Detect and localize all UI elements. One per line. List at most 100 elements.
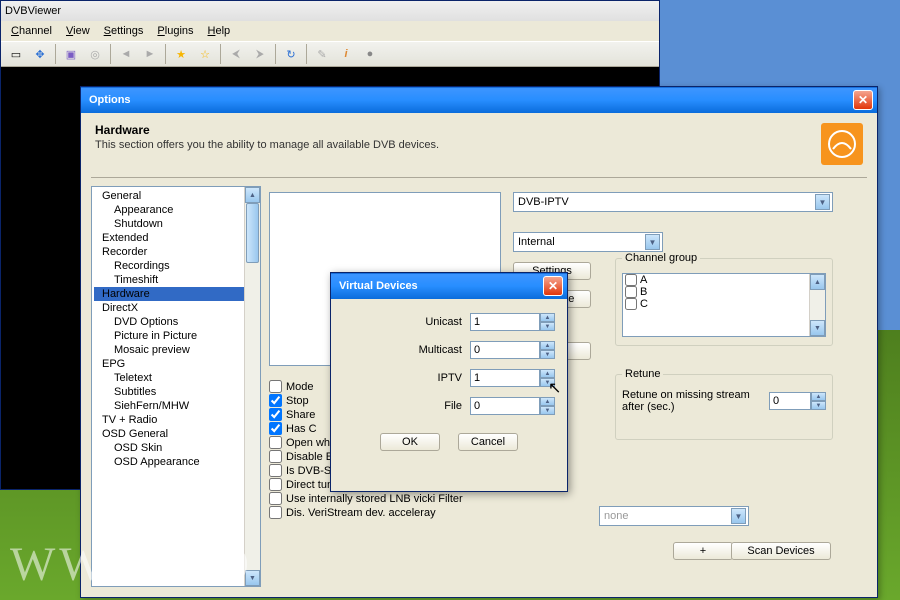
tree-item-subtitles[interactable]: Subtitles (94, 385, 258, 399)
tree-item-timeshift[interactable]: Timeshift (94, 273, 258, 287)
retune-input[interactable] (769, 392, 811, 410)
cg-scrollbar[interactable]: ▲ ▼ (809, 274, 825, 336)
file-input[interactable] (470, 397, 540, 415)
close-icon[interactable]: ✕ (543, 276, 563, 296)
menu-plugins[interactable]: Plugins (151, 23, 199, 39)
tree-item-shutdown[interactable]: Shutdown (94, 217, 258, 231)
tb-fav2-icon[interactable]: ☆ (194, 43, 216, 65)
file-spinner[interactable]: ▲▼ (470, 397, 555, 415)
channel-group-item[interactable]: C (623, 298, 825, 310)
cancel-button[interactable]: Cancel (458, 433, 518, 451)
tree-item-mosaic-preview[interactable]: Mosaic preview (94, 343, 258, 357)
tree-item-osd-general[interactable]: OSD General (94, 427, 258, 441)
chevron-down-icon[interactable]: ▼ (645, 234, 660, 250)
tuner-dropdown[interactable]: Internal▼ (513, 232, 663, 252)
tb-back-icon[interactable]: ◄ (115, 43, 137, 65)
spin-down-icon[interactable]: ▼ (540, 322, 555, 331)
tree-item-teletext[interactable]: Teletext (94, 371, 258, 385)
ok-button[interactable]: OK (380, 433, 440, 451)
channel-group-list[interactable]: ABC ▲ ▼ (622, 273, 826, 337)
scroll-up-icon[interactable]: ▲ (810, 274, 825, 290)
option-check-use-internally-stored-lnb-vicki-filter[interactable]: Use internally stored LNB vicki Filter (269, 492, 463, 505)
iptv-input[interactable] (470, 369, 540, 387)
options-titlebar[interactable]: Options ✕ (81, 87, 877, 113)
tb-prev-icon[interactable]: ⮜ (225, 43, 247, 65)
checkbox[interactable] (269, 422, 282, 435)
checkbox[interactable] (269, 450, 282, 463)
tree-item-tv-radio[interactable]: TV + Radio (94, 413, 258, 427)
tb-tv-icon[interactable]: ▣ (60, 43, 82, 65)
tree-item-picture-in-picture[interactable]: Picture in Picture (94, 329, 258, 343)
checkbox[interactable] (269, 408, 282, 421)
iptv-spinner[interactable]: ▲▼ (470, 369, 555, 387)
spin-down-icon[interactable]: ▼ (540, 350, 555, 359)
checkbox[interactable] (269, 436, 282, 449)
scan-devices-button[interactable]: Scan Devices (731, 542, 831, 560)
checkbox[interactable] (269, 492, 282, 505)
scroll-thumb[interactable] (246, 203, 259, 263)
none-dropdown[interactable]: none▼ (599, 506, 749, 526)
tb-fwd-icon[interactable]: ► (139, 43, 161, 65)
scroll-down-icon[interactable]: ▼ (810, 320, 825, 336)
tree-item-osd-skin[interactable]: OSD Skin (94, 441, 258, 455)
tree-item-siehfern-mhw[interactable]: SiehFern/MHW (94, 399, 258, 413)
checkbox[interactable] (625, 286, 637, 298)
chevron-down-icon[interactable]: ▼ (815, 194, 830, 210)
tree-item-dvd-options[interactable]: DVD Options (94, 315, 258, 329)
checkbox[interactable] (269, 464, 282, 477)
checkbox[interactable] (269, 478, 282, 491)
tree-item-hardware[interactable]: Hardware (94, 287, 258, 301)
spin-up-icon[interactable]: ▲ (811, 392, 826, 401)
tb-doc-icon[interactable]: ▭ (5, 43, 27, 65)
checkbox[interactable] (269, 506, 282, 519)
tb-refresh-icon[interactable]: ↻ (280, 43, 302, 65)
menu-settings[interactable]: Settings (98, 23, 150, 39)
close-icon[interactable]: ✕ (853, 90, 873, 110)
tree-item-osd-appearance[interactable]: OSD Appearance (94, 455, 258, 469)
tb-fav1-icon[interactable]: ★ (170, 43, 192, 65)
option-check-dis-veristream-dev-acceleray[interactable]: Dis. VeriStream dev. acceleray (269, 506, 463, 519)
multicast-spinner[interactable]: ▲▼ (470, 341, 555, 359)
menu-help[interactable]: Help (202, 23, 237, 39)
channel-group-item[interactable]: B (623, 286, 825, 298)
spin-up-icon[interactable]: ▲ (540, 313, 555, 322)
tree-item-recorder[interactable]: Recorder (94, 245, 258, 259)
spin-down-icon[interactable]: ▼ (540, 378, 555, 387)
tree-item-general[interactable]: General (94, 189, 258, 203)
tb-rec-icon[interactable]: ● (359, 43, 381, 65)
tb-disc-icon[interactable]: ◎ (84, 43, 106, 65)
unicast-spinner[interactable]: ▲▼ (470, 313, 555, 331)
unicast-input[interactable] (470, 313, 540, 331)
spin-down-icon[interactable]: ▼ (811, 401, 826, 410)
chevron-down-icon[interactable]: ▼ (731, 508, 746, 524)
checkbox[interactable] (269, 380, 282, 393)
retune-spinner[interactable]: ▲▼ (769, 392, 826, 410)
spin-up-icon[interactable]: ▲ (540, 397, 555, 406)
tree-item-extended[interactable]: Extended (94, 231, 258, 245)
menu-channel[interactable]: Channel (5, 23, 58, 39)
tree-item-appearance[interactable]: Appearance (94, 203, 258, 217)
category-tree[interactable]: GeneralAppearanceShutdownExtendedRecorde… (91, 186, 261, 587)
device-type-dropdown[interactable]: DVB-IPTV▼ (513, 192, 833, 212)
multicast-input[interactable] (470, 341, 540, 359)
channel-group-item[interactable]: A (623, 274, 825, 286)
tb-fullscreen-icon[interactable]: ✥ (29, 43, 51, 65)
scroll-down-icon[interactable]: ▼ (245, 570, 260, 586)
vd-titlebar[interactable]: Virtual Devices ✕ (331, 273, 567, 299)
add-device-button[interactable]: + (673, 542, 733, 560)
menu-view[interactable]: View (60, 23, 96, 39)
checkbox[interactable] (625, 274, 637, 286)
tree-item-epg[interactable]: EPG (94, 357, 258, 371)
spin-up-icon[interactable]: ▲ (540, 341, 555, 350)
spin-down-icon[interactable]: ▼ (540, 406, 555, 415)
tree-scrollbar[interactable]: ▲ ▼ (244, 187, 260, 586)
tb-next-icon[interactable]: ⮞ (249, 43, 271, 65)
scroll-up-icon[interactable]: ▲ (245, 187, 260, 203)
checkbox[interactable] (625, 298, 637, 310)
spin-up-icon[interactable]: ▲ (540, 369, 555, 378)
tree-item-directx[interactable]: DirectX (94, 301, 258, 315)
tb-edit-icon[interactable]: ✎ (311, 43, 333, 65)
tree-item-recordings[interactable]: Recordings (94, 259, 258, 273)
checkbox[interactable] (269, 394, 282, 407)
tb-info-icon[interactable]: i (335, 43, 357, 65)
